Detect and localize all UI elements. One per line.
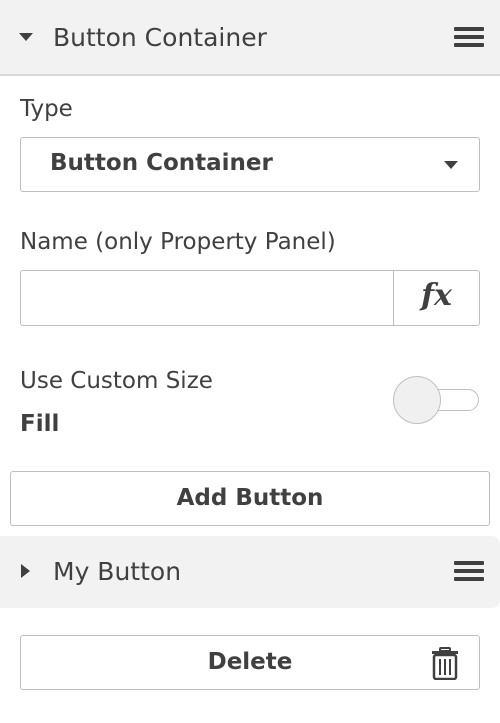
delete-button[interactable]: Delete bbox=[20, 635, 480, 690]
delete-label: Delete bbox=[207, 649, 293, 675]
dropdown-caret-icon bbox=[444, 161, 458, 169]
custom-size-label: Use Custom Size bbox=[20, 368, 213, 394]
trash-icon bbox=[432, 647, 458, 680]
type-label: Type bbox=[20, 96, 73, 122]
toggle-knob bbox=[393, 376, 441, 424]
type-dropdown-value: Button Container bbox=[50, 150, 273, 176]
name-label: Name (only Property Panel) bbox=[20, 229, 336, 255]
caret-down-icon bbox=[19, 33, 33, 41]
hamburger-menu-icon[interactable] bbox=[454, 561, 484, 583]
type-dropdown[interactable]: Button Container bbox=[20, 137, 480, 192]
size-mode-value: Fill bbox=[20, 411, 60, 437]
hamburger-menu-icon[interactable] bbox=[454, 27, 484, 49]
section-header[interactable]: Button Container bbox=[0, 0, 500, 76]
item-title: My Button bbox=[53, 557, 182, 586]
name-input[interactable] bbox=[20, 270, 394, 326]
section-title: Button Container bbox=[53, 23, 267, 52]
fx-button[interactable]: fx bbox=[393, 270, 480, 326]
add-button[interactable]: Add Button bbox=[10, 471, 490, 526]
custom-size-toggle[interactable] bbox=[393, 376, 481, 424]
caret-right-icon bbox=[21, 564, 30, 578]
item-header[interactable]: My Button bbox=[0, 536, 500, 608]
fx-icon: fx bbox=[421, 278, 452, 313]
